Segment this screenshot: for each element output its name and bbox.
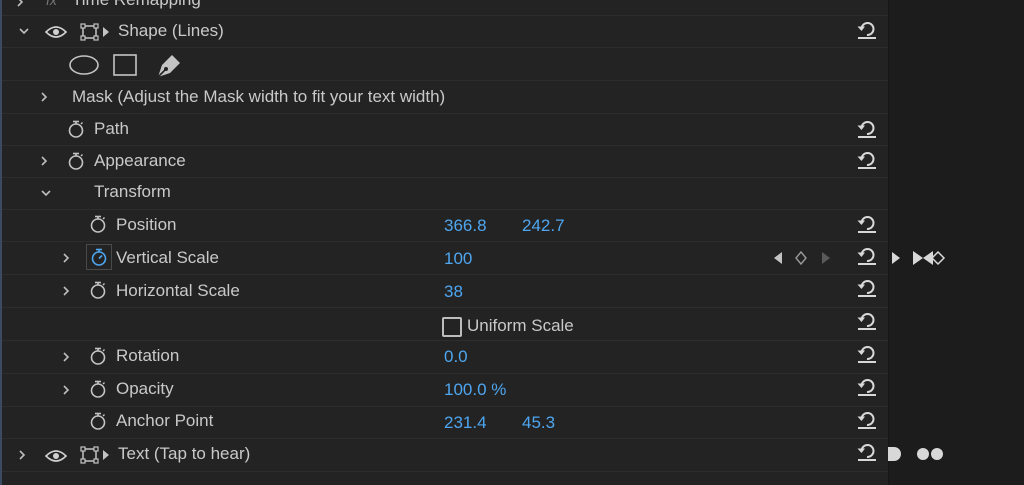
eye-icon[interactable] [45, 25, 67, 39]
row-label: Shape (Lines) [118, 21, 224, 40]
row-transform[interactable]: Transform [2, 178, 888, 210]
rotation-value[interactable]: 0.0 [444, 347, 468, 367]
row-label: Opacity [116, 379, 174, 398]
row-text-tap-to-hear[interactable]: Text (Tap to hear) [2, 439, 888, 472]
add-keyframe-icon[interactable] [794, 250, 808, 266]
reset-icon[interactable] [855, 211, 879, 235]
rectangle-mask-icon[interactable] [112, 53, 140, 77]
row-label: Horizontal Scale [116, 281, 240, 300]
row-label: Path [94, 119, 129, 138]
row-shape-lines[interactable]: Shape (Lines) [2, 15, 888, 48]
pen-mask-icon[interactable] [154, 51, 184, 79]
row-label: Time Remapping [72, 0, 201, 10]
chevron-right-icon[interactable] [58, 283, 74, 299]
row-horizontal-scale[interactable]: Horizontal Scale 38 [2, 275, 888, 308]
row-label: Vertical Scale [116, 248, 219, 267]
position-y-value[interactable]: 242.7 [522, 216, 565, 236]
stopwatch-icon[interactable] [66, 151, 86, 171]
reset-icon[interactable] [855, 147, 879, 171]
chevron-down-icon[interactable] [16, 23, 32, 39]
position-x-value[interactable]: 366.8 [444, 216, 487, 236]
chevron-right-icon[interactable] [14, 447, 30, 463]
shape-layer-icon [80, 22, 114, 42]
row-label: Anchor Point [116, 411, 214, 430]
effect-controls-panel: fx Time Remapping Shape (Lines) Mask (Ad… [0, 0, 1024, 485]
reset-icon[interactable] [855, 374, 879, 398]
reset-icon[interactable] [855, 341, 879, 365]
row-mask[interactable]: Mask (Adjust the Mask width to fit your … [2, 81, 888, 114]
chevron-right-icon[interactable] [12, 0, 28, 10]
row-appearance[interactable]: Appearance [2, 146, 888, 178]
row-mask-tools [2, 48, 888, 81]
uniform-scale-label: Uniform Scale [467, 316, 574, 335]
row-label: Mask (Adjust the Mask width to fit your … [72, 87, 446, 106]
row-opacity[interactable]: Opacity 100.0 % [2, 374, 888, 407]
keyframe-timeline[interactable] [888, 0, 1024, 485]
row-anchor-point[interactable]: Anchor Point 231.4 45.3 [2, 407, 888, 439]
row-uniform-scale[interactable]: Uniform Scale [2, 308, 888, 341]
chevron-right-icon[interactable] [58, 382, 74, 398]
row-position[interactable]: Position 366.8 242.7 [2, 210, 888, 242]
fx-icon: fx [46, 0, 57, 8]
row-time-remapping[interactable]: fx Time Remapping [2, 0, 888, 16]
chevron-right-icon[interactable] [58, 349, 74, 365]
chevron-right-icon[interactable] [36, 89, 52, 105]
reset-icon[interactable] [855, 439, 879, 463]
reset-icon[interactable] [855, 243, 879, 267]
row-label: Text (Tap to hear) [118, 444, 251, 463]
stopwatch-icon[interactable] [88, 411, 108, 431]
reset-icon[interactable] [855, 17, 879, 41]
reset-icon[interactable] [855, 308, 879, 332]
reset-icon[interactable] [855, 116, 879, 140]
prev-keyframe-icon[interactable] [772, 251, 784, 265]
timeline-clip-start-icon [888, 447, 901, 461]
opacity-value[interactable]: 100.0 % [444, 380, 506, 400]
row-rotation[interactable]: Rotation 0.0 [2, 341, 888, 374]
next-keyframe-icon[interactable] [820, 251, 832, 265]
keyframe-pair-icon[interactable] [912, 250, 946, 266]
uniform-scale-checkbox[interactable] [442, 317, 462, 337]
reset-icon[interactable] [855, 275, 879, 299]
chevron-right-icon[interactable] [58, 250, 74, 266]
stopwatch-icon[interactable] [88, 214, 108, 234]
row-vertical-scale[interactable]: Vertical Scale 100 [2, 242, 888, 275]
timeline-keyframe-dots-icon[interactable] [916, 447, 946, 461]
shape-layer-icon [80, 445, 114, 465]
stopwatch-icon[interactable] [88, 379, 108, 399]
row-label: Transform [94, 182, 171, 201]
anchor-point-y-value[interactable]: 45.3 [522, 413, 555, 433]
reset-icon[interactable] [855, 407, 879, 431]
stopwatch-icon[interactable] [88, 280, 108, 300]
stopwatch-active-icon[interactable] [89, 247, 109, 267]
row-label: Rotation [116, 346, 180, 365]
stopwatch-icon[interactable] [88, 346, 108, 366]
chevron-right-icon[interactable] [36, 153, 52, 169]
stopwatch-icon[interactable] [66, 119, 86, 139]
row-label: Position [116, 215, 177, 234]
row-label: Appearance [94, 151, 186, 170]
vertical-scale-value[interactable]: 100 [444, 249, 472, 269]
ellipse-mask-icon[interactable] [68, 53, 100, 77]
timeline-play-marker-icon [892, 252, 900, 264]
anchor-point-x-value[interactable]: 231.4 [444, 413, 487, 433]
eye-icon[interactable] [45, 449, 67, 463]
row-path[interactable]: Path [2, 114, 888, 146]
chevron-down-icon[interactable] [38, 185, 54, 201]
horizontal-scale-value[interactable]: 38 [444, 282, 463, 302]
